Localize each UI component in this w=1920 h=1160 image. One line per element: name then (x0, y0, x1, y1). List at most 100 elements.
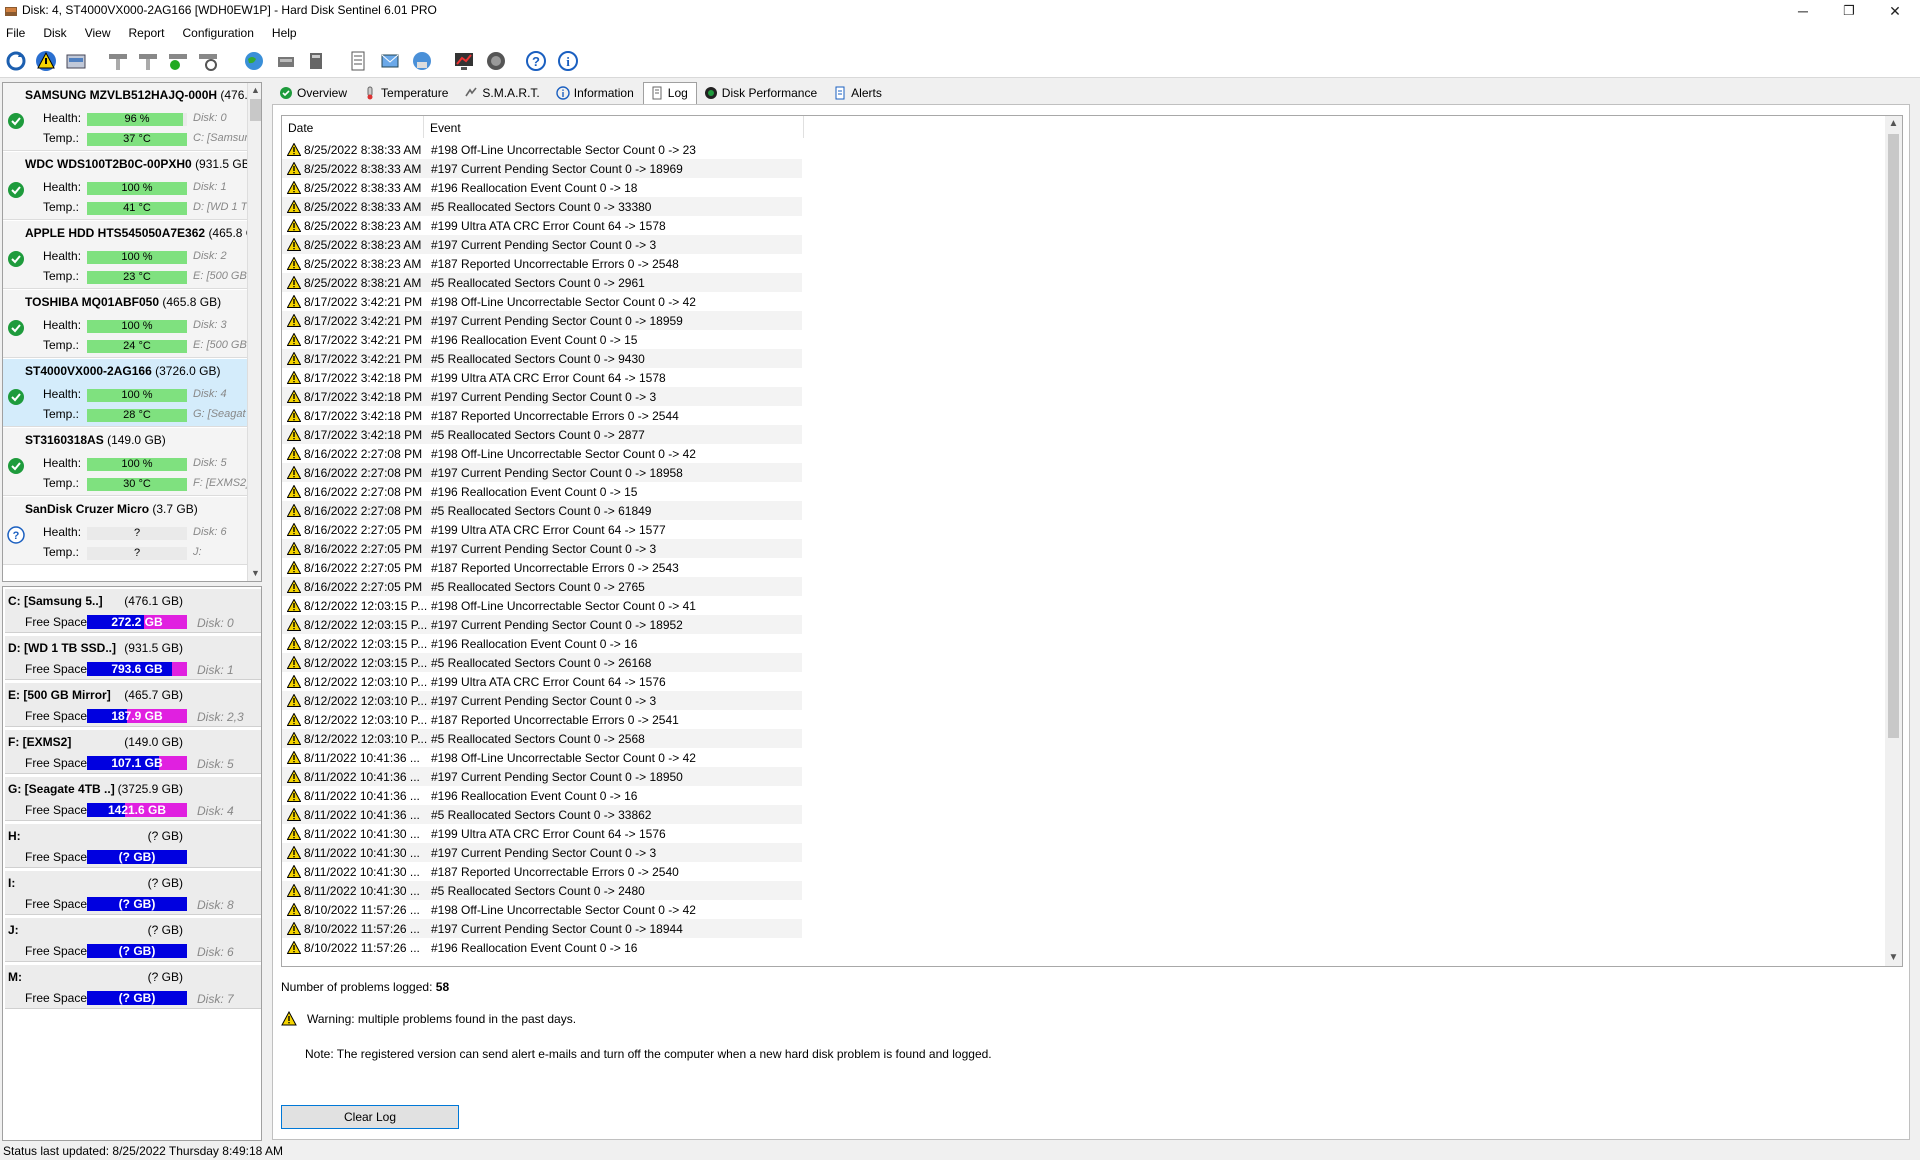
log-row[interactable]: 8/17/2022 3:42:21 PM #198 Off-Line Uncorr… (282, 292, 802, 311)
menu-disk[interactable]: Disk (43, 26, 66, 40)
log-row[interactable]: 8/16/2022 2:27:05 PM #197 Current Pending… (282, 539, 802, 558)
log-row[interactable]: 8/10/2022 11:57:26 ... #197 Current Pendi… (282, 919, 802, 938)
log-row[interactable]: 8/11/2022 10:41:36 ... #5 Reallocated Sec… (282, 805, 802, 824)
log-row[interactable]: 8/17/2022 3:42:21 PM #5 Reallocated Secto… (282, 349, 802, 368)
log-row[interactable]: 8/10/2022 11:57:26 ... #198 Off-Line Unco… (282, 900, 802, 919)
log-row[interactable]: 8/25/2022 8:38:33 AM #198 Off-Line Uncorr… (282, 140, 802, 159)
info-icon[interactable]: i (556, 49, 580, 73)
partition-card[interactable]: F: [EXMS2] (149.0 GB) Free Space 107.1 GB Di… (5, 730, 261, 774)
column-event[interactable]: Event (424, 116, 804, 138)
refresh-icon[interactable] (4, 49, 28, 73)
log-row[interactable]: 8/12/2022 12:03:10 P... #199 Ultra ATA CR… (282, 672, 802, 691)
log-row[interactable]: 8/12/2022 12:03:15 P... #5 Reallocated Se… (282, 653, 802, 672)
network-icon[interactable] (410, 49, 434, 73)
menu-help[interactable]: Help (272, 26, 297, 40)
log-row[interactable]: 8/16/2022 2:27:05 PM #5 Reallocated Secto… (282, 577, 802, 596)
log-row[interactable]: 8/11/2022 10:41:30 ... #197 Current Pendi… (282, 843, 802, 862)
log-row[interactable]: 8/17/2022 3:42:18 PM #199 Ultra ATA CRC E… (282, 368, 802, 387)
send-icon[interactable] (378, 49, 402, 73)
log-row[interactable]: 8/11/2022 10:41:36 ... #198 Off-Line Unco… (282, 748, 802, 767)
tool-2-icon[interactable] (136, 49, 160, 73)
drive-2-icon[interactable] (304, 49, 328, 73)
log-row[interactable]: 8/17/2022 3:42:21 PM #197 Current Pending… (282, 311, 802, 330)
disk-info-icon[interactable] (64, 49, 88, 73)
log-row[interactable]: 8/16/2022 2:27:08 PM #198 Off-Line Uncorr… (282, 444, 802, 463)
menu-file[interactable]: File (6, 26, 25, 40)
tab-s-m-a-r-t[interactable]: S.M.A.R.T. (457, 82, 548, 104)
partition-card[interactable]: J: (? GB) Free Space (? GB) Disk: 6 (5, 918, 261, 962)
log-row[interactable]: 8/12/2022 12:03:15 P... #197 Current Pend… (282, 615, 802, 634)
scroll-thumb[interactable] (250, 99, 261, 121)
disk-card[interactable]: APPLE HDD HTS545050A7E362 (465.8 GB) Heal… (3, 221, 247, 289)
log-row[interactable]: 8/17/2022 3:42:18 PM #187 Reported Uncorr… (282, 406, 802, 425)
log-row[interactable]: 8/17/2022 3:42:18 PM #197 Current Pending… (282, 387, 802, 406)
schedule-icon[interactable] (484, 49, 508, 73)
log-row[interactable]: 8/16/2022 2:27:08 PM #5 Reallocated Secto… (282, 501, 802, 520)
globe-icon[interactable] (242, 49, 266, 73)
partition-card[interactable]: E: [500 GB Mirror] (465.7 GB) Free Space 18… (5, 683, 261, 727)
log-row[interactable]: 8/16/2022 2:27:08 PM #196 Reallocation Ev… (282, 482, 802, 501)
tool-1-icon[interactable] (106, 49, 130, 73)
monitor-icon[interactable] (452, 49, 476, 73)
tab-information[interactable]: Information (549, 82, 643, 104)
log-row[interactable]: 8/16/2022 2:27:08 PM #197 Current Pending… (282, 463, 802, 482)
log-row[interactable]: 8/25/2022 8:38:21 AM #5 Reallocated Secto… (282, 273, 802, 292)
log-row[interactable]: 8/25/2022 8:38:23 AM #199 Ultra ATA CRC E… (282, 216, 802, 235)
scroll-up-arrow-icon[interactable]: ▲ (1885, 116, 1902, 132)
log-row[interactable]: 8/16/2022 2:27:05 PM #199 Ultra ATA CRC E… (282, 520, 802, 539)
log-row[interactable]: 8/16/2022 2:27:05 PM #187 Reported Uncorr… (282, 558, 802, 577)
menu-configuration[interactable]: Configuration (183, 26, 254, 40)
scroll-thumb[interactable] (1888, 134, 1899, 738)
disk-list-scrollbar[interactable]: ▲ ▼ (247, 83, 261, 581)
disk-card[interactable]: SAMSUNG MZVLB512HAJQ-000H (476.9 Health: T… (3, 83, 247, 151)
log-row[interactable]: 8/11/2022 10:41:30 ... #187 Reported Unco… (282, 862, 802, 881)
log-row[interactable]: 8/11/2022 10:41:30 ... #5 Reallocated Sec… (282, 881, 802, 900)
tab-alerts[interactable]: Alerts (826, 82, 891, 104)
log-row[interactable]: 8/25/2022 8:38:33 AM #5 Reallocated Secto… (282, 197, 802, 216)
log-row[interactable]: 8/17/2022 3:42:18 PM #5 Reallocated Secto… (282, 425, 802, 444)
partition-card[interactable]: D: [WD 1 TB SSD..] (931.5 GB) Free Space 79… (5, 636, 261, 680)
tab-disk-performance[interactable]: Disk Performance (697, 82, 826, 104)
drive-icon[interactable] (274, 49, 298, 73)
scroll-down-arrow-icon[interactable]: ▼ (1885, 950, 1902, 966)
log-row[interactable]: 8/12/2022 12:03:10 P... #187 Reported Unc… (282, 710, 802, 729)
disk-card[interactable]: TOSHIBA MQ01ABF050 (465.8 GB) Health: Temp… (3, 290, 247, 358)
column-date[interactable]: Date (282, 116, 424, 138)
log-row[interactable]: 8/25/2022 8:38:23 AM #197 Current Pending… (282, 235, 802, 254)
log-row[interactable]: 8/25/2022 8:38:33 AM #197 Current Pending… (282, 159, 802, 178)
log-row[interactable]: 8/12/2022 12:03:15 P... #196 Reallocation… (282, 634, 802, 653)
restore-button[interactable]: ❐ (1826, 0, 1872, 22)
tab-log[interactable]: Log (642, 82, 697, 105)
log-row[interactable]: 8/11/2022 10:41:30 ... #199 Ultra ATA CRC… (282, 824, 802, 843)
log-row[interactable]: 8/10/2022 11:57:26 ... #196 Reallocation … (282, 938, 802, 957)
menu-report[interactable]: Report (128, 26, 164, 40)
clear-log-button[interactable]: Clear Log (281, 1105, 459, 1129)
log-row[interactable]: 8/25/2022 8:38:33 AM #196 Reallocation Ev… (282, 178, 802, 197)
log-row[interactable]: 8/17/2022 3:42:21 PM #196 Reallocation Ev… (282, 330, 802, 349)
scroll-up-arrow-icon[interactable]: ▲ (248, 83, 261, 98)
log-row[interactable]: 8/12/2022 12:03:10 P... #197 Current Pend… (282, 691, 802, 710)
help-icon[interactable]: ? (524, 49, 548, 73)
disk-card[interactable]: ST4000VX000-2AG166 (3726.0 GB) Health: Tem… (3, 359, 247, 427)
partition-card[interactable]: H: (? GB) Free Space (? GB) (5, 824, 261, 868)
log-scrollbar[interactable]: ▲ ▼ (1885, 116, 1902, 966)
partition-card[interactable]: I: (? GB) Free Space (? GB) Disk: 8 (5, 871, 261, 915)
alert-icon[interactable] (34, 49, 58, 73)
close-button[interactable]: ✕ (1872, 0, 1918, 22)
tab-temperature[interactable]: Temperature (356, 82, 457, 104)
log-row[interactable]: 8/11/2022 10:41:36 ... #196 Reallocation … (282, 786, 802, 805)
partition-card[interactable]: G: [Seagate 4TB ..] (3725.9 GB) Free Space… (5, 777, 261, 821)
log-list[interactable]: Date Event 8/25/2022 8:38:33 AM #198 Off-… (281, 115, 1903, 967)
tab-overview[interactable]: Overview (272, 82, 356, 104)
log-row[interactable]: 8/11/2022 10:41:36 ... #197 Current Pendi… (282, 767, 802, 786)
log-row[interactable]: 8/12/2022 12:03:10 P... #5 Reallocated Se… (282, 729, 802, 748)
disk-card[interactable]: SanDisk Cruzer Micro (3.7 GB)? Health: Tem… (3, 497, 247, 565)
log-row[interactable]: 8/25/2022 8:38:23 AM #187 Reported Uncorr… (282, 254, 802, 273)
scroll-down-arrow-icon[interactable]: ▼ (248, 566, 261, 581)
log-row[interactable]: 8/12/2022 12:03:15 P... #198 Off-Line Unc… (282, 596, 802, 615)
report-icon[interactable] (346, 49, 370, 73)
menu-view[interactable]: View (85, 26, 111, 40)
disk-card[interactable]: ST3160318AS (149.0 GB) Health: Temp.: 100 %… (3, 428, 247, 496)
minimize-button[interactable]: ─ (1780, 0, 1826, 22)
tool-3-icon[interactable] (166, 49, 190, 73)
